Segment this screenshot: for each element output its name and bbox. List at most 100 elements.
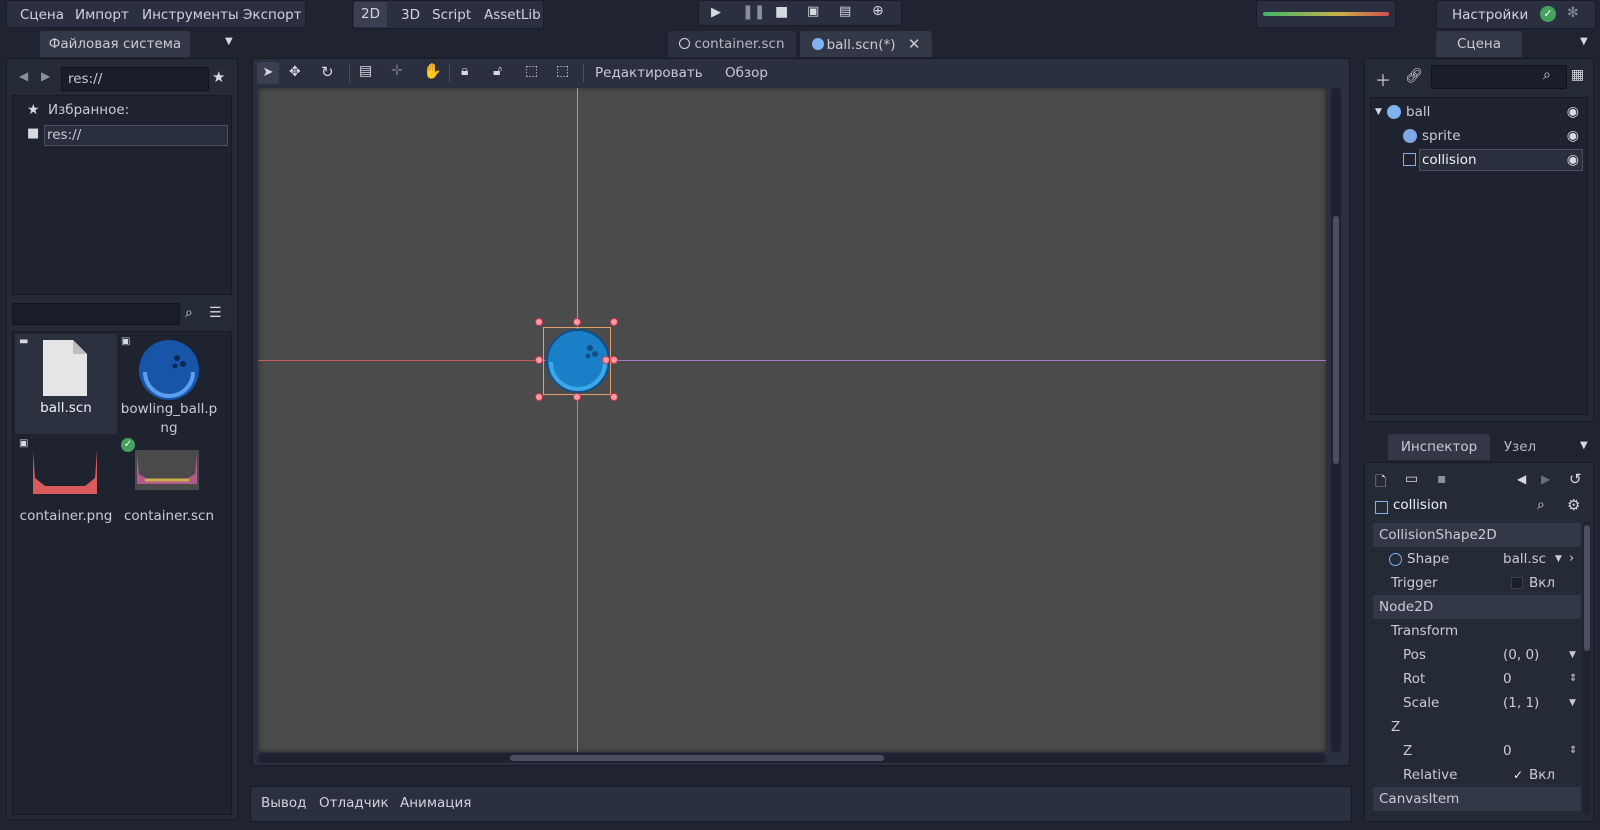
vertical-scroll-thumb[interactable] [1333, 216, 1339, 464]
play-icon[interactable]: ▶ [711, 5, 721, 20]
file-item-container-png[interactable]: ▣ container.png [15, 438, 117, 528]
list-view-icon[interactable]: ☰ [209, 305, 222, 321]
prop-rot[interactable]: Rot 0 ⇕ [1373, 667, 1581, 691]
tab-filesystem[interactable]: Файловая система [40, 31, 190, 57]
tree-node-ball[interactable]: ▼ ball ◉ [1371, 100, 1587, 124]
forward-icon[interactable]: ▶ [41, 69, 50, 83]
prop-z[interactable]: Z 0 ⇕ [1373, 739, 1581, 763]
resize-handle[interactable] [535, 393, 543, 401]
tree-item-res[interactable]: res:// [44, 125, 228, 146]
tab-container-scn[interactable]: container.scn [668, 31, 796, 57]
lock-icon[interactable]: 🔒︎ [461, 63, 468, 79]
tab-animation[interactable]: Анимация [400, 795, 471, 811]
add-node-icon[interactable]: ＋ [1375, 67, 1391, 91]
chevron-right-icon[interactable]: › [1569, 547, 1574, 571]
prop-shape[interactable]: Shape ball.sc ▼ › [1373, 547, 1581, 571]
prop-trigger[interactable]: Trigger Вкл [1373, 571, 1581, 595]
inspector-scrollbar[interactable] [1583, 521, 1591, 815]
history-icon[interactable]: ↺ [1569, 470, 1582, 488]
menu-settings[interactable]: Настройки [1445, 1, 1535, 29]
visibility-eye-icon[interactable]: ◉ [1567, 100, 1579, 124]
group-transform[interactable]: Transform [1373, 619, 1581, 643]
history-back-icon[interactable]: ◀ [1517, 472, 1526, 486]
tab-ball-scn[interactable]: ball.scn(*) ✕ [800, 31, 932, 57]
inspector-scroll-thumb[interactable] [1584, 525, 1590, 651]
resize-handle[interactable] [610, 393, 618, 401]
prop-scale[interactable]: Scale (1, 1) ▼ [1373, 691, 1581, 715]
visibility-eye-icon[interactable]: ◉ [1567, 148, 1579, 172]
pivot-icon[interactable]: ✛ [391, 63, 403, 79]
file-item-ball-scn[interactable]: ▬ ball.scn [15, 334, 117, 434]
tree-node-collision[interactable]: collision ◉ [1371, 148, 1587, 172]
new-resource-icon[interactable]: 🗋 [1375, 471, 1386, 495]
dropdown-arrow-icon[interactable]: ▼ [1555, 547, 1562, 571]
section-collisionshape2d[interactable]: CollisionShape2D [1373, 523, 1581, 547]
unlock-icon[interactable]: 🔓︎ [493, 63, 502, 79]
spinner-arrows-icon[interactable]: ⇕ [1569, 739, 1577, 763]
resize-handle[interactable] [602, 356, 610, 364]
mode-2d-button[interactable]: 2D [354, 2, 387, 27]
link-icon[interactable]: 🔗︎ [1405, 68, 1423, 84]
tab-scene[interactable]: Сцена [1436, 31, 1522, 57]
dock-menu-icon[interactable]: ▼ [1580, 36, 1588, 47]
dock-menu-icon[interactable]: ▼ [225, 36, 233, 47]
collapse-arrow-icon[interactable]: ▼ [1375, 100, 1382, 124]
mode-3d-button[interactable]: 3D [394, 1, 427, 29]
gear-icon[interactable]: ⚙ [1567, 496, 1580, 514]
dock-menu-icon[interactable]: ▼ [1580, 440, 1588, 451]
visibility-eye-icon[interactable]: ◉ [1567, 124, 1579, 148]
list-select-icon[interactable]: ▤ [359, 63, 372, 79]
tab-debugger[interactable]: Отладчик [319, 795, 389, 811]
search-icon[interactable]: ⌕ [1537, 497, 1545, 513]
tab-inspector[interactable]: Инспектор [1388, 434, 1490, 460]
pan-hand-icon[interactable]: ✋ [423, 62, 442, 80]
resize-handle[interactable] [535, 356, 543, 364]
menu-import[interactable]: Импорт [68, 1, 136, 29]
resize-handle[interactable] [610, 356, 618, 364]
move-tool-icon[interactable]: ✥ [289, 64, 301, 80]
search-icon[interactable]: ⌕ [1543, 67, 1551, 83]
resize-handle[interactable] [573, 318, 581, 326]
pause-icon[interactable]: ❚❚ [742, 4, 765, 20]
spinner-arrows-icon[interactable]: ⇕ [1569, 667, 1577, 691]
group-icon[interactable]: ⬚ [525, 63, 538, 79]
history-forward-icon[interactable]: ▶ [1541, 472, 1550, 486]
vertical-scrollbar[interactable] [1331, 88, 1341, 752]
save-icon[interactable]: ▪ [1437, 471, 1447, 487]
menu-export[interactable]: Экспорт [236, 1, 309, 29]
play-custom-scene-icon[interactable]: ▤ [839, 4, 851, 19]
search-icon[interactable]: ⌕ [185, 305, 193, 321]
menu-tools[interactable]: Инструменты [135, 1, 246, 29]
resize-handle[interactable] [610, 318, 618, 326]
path-field[interactable]: res:// [61, 67, 209, 91]
viewport-2d[interactable] [258, 88, 1326, 752]
tab-node[interactable]: Узел [1490, 434, 1550, 460]
dropdown-arrow-icon[interactable]: ▼ [1569, 691, 1576, 715]
relative-checkbox[interactable]: ✓ [1513, 763, 1523, 787]
stop-icon[interactable]: ■ [775, 4, 788, 20]
file-item-bowling-ball-png[interactable]: ▣ bowling_ball.png [117, 334, 221, 436]
mode-assetlib-button[interactable]: AssetLib [477, 1, 548, 29]
mode-script-button[interactable]: Script [425, 1, 478, 29]
dropdown-arrow-icon[interactable]: ▼ [1569, 643, 1576, 667]
tree-node-sprite[interactable]: sprite ◉ [1371, 124, 1587, 148]
file-search-input[interactable] [12, 303, 180, 325]
rotate-tool-icon[interactable]: ↻ [321, 63, 334, 81]
group-z[interactable]: Z [1373, 715, 1581, 739]
close-tab-icon[interactable]: ✕ [908, 35, 921, 53]
section-node2d[interactable]: Node2D [1373, 595, 1581, 619]
prop-relative[interactable]: Relative ✓ Вкл [1373, 763, 1581, 787]
trigger-checkbox[interactable] [1511, 577, 1523, 589]
edit-menu[interactable]: Редактировать [595, 65, 703, 81]
section-canvasitem[interactable]: CanvasItem [1373, 787, 1581, 811]
open-folder-icon[interactable]: ▭ [1405, 471, 1418, 487]
file-item-container-scn[interactable]: ✓ container.scn [117, 438, 221, 528]
instance-scene-icon[interactable]: ▦ [1571, 67, 1584, 83]
ungroup-icon[interactable]: ⬚ [556, 63, 569, 79]
prop-pos[interactable]: Pos (0, 0) ▼ [1373, 643, 1581, 667]
horizontal-scrollbar[interactable] [258, 753, 1326, 763]
back-icon[interactable]: ◀ [19, 69, 28, 83]
favorite-star-icon[interactable]: ★ [212, 68, 225, 86]
resize-handle[interactable] [535, 318, 543, 326]
select-tool-icon[interactable]: ➤ [257, 62, 279, 84]
